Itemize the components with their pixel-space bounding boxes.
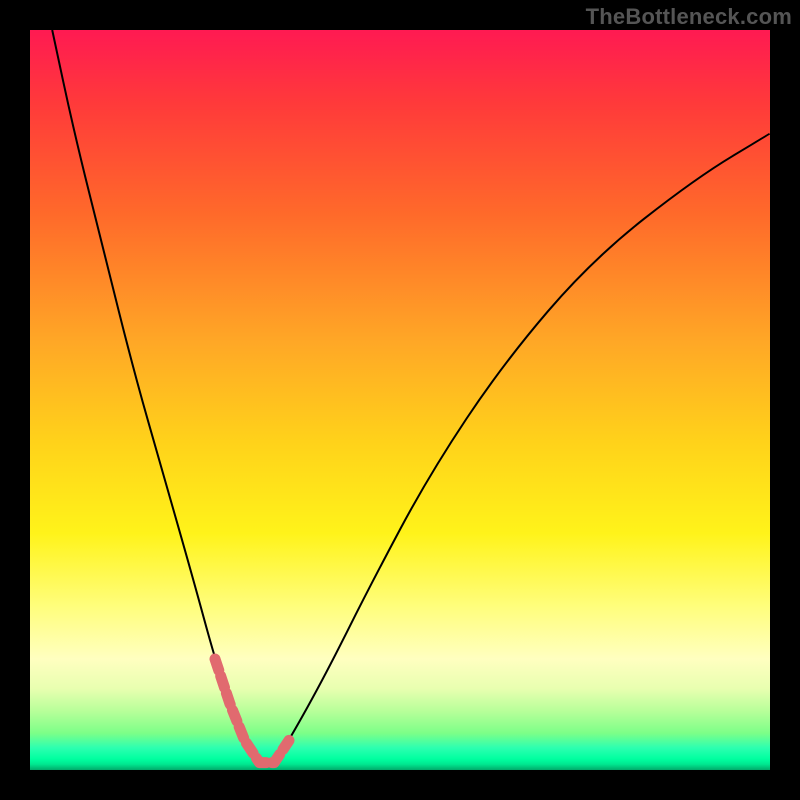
watermark-text: TheBottleneck.com [586, 4, 792, 30]
plot-area [30, 30, 770, 770]
bottleneck-curve [52, 30, 770, 763]
optimal-region-highlight [215, 659, 289, 763]
chart-container: TheBottleneck.com [0, 0, 800, 800]
curve-layer [30, 30, 770, 770]
